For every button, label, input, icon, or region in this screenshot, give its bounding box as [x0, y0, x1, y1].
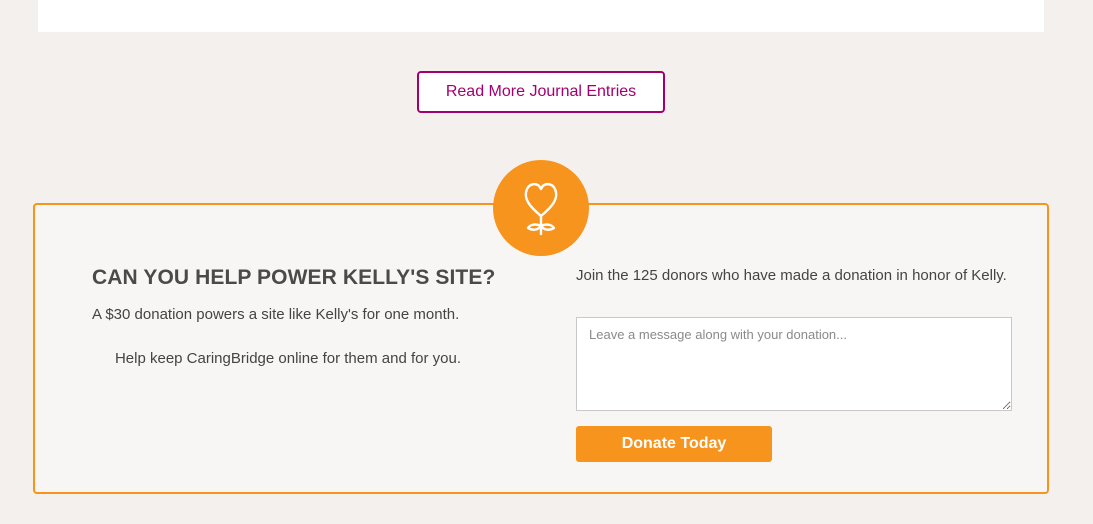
- donation-subtext: A $30 donation powers a site like Kelly'…: [92, 306, 460, 323]
- donation-heading: CAN YOU HELP POWER KELLY'S SITE?: [92, 266, 496, 289]
- donate-today-button[interactable]: Donate Today: [576, 426, 772, 462]
- donation-appeal: Help keep CaringBridge online for them a…: [114, 350, 462, 367]
- heart-flower-icon: [519, 176, 563, 241]
- donor-count-text: Join the 125 donors who have made a dona…: [576, 267, 1007, 284]
- donation-badge: [493, 160, 589, 256]
- read-more-journal-button[interactable]: Read More Journal Entries: [417, 71, 665, 113]
- journal-entry-card: [38, 0, 1044, 32]
- donation-message-field[interactable]: [576, 317, 1012, 411]
